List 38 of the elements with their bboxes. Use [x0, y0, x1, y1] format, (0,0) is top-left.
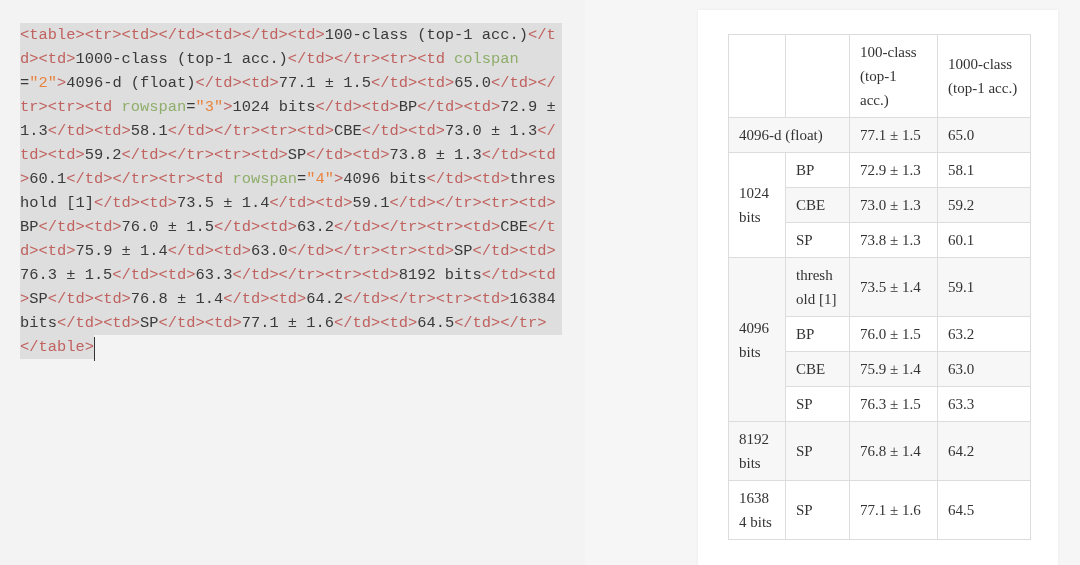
table-cell: 76.3 ± 1.5 [849, 386, 938, 422]
table-cell: 60.1 [937, 222, 1031, 258]
table-cell: SP [785, 480, 850, 540]
code-editor[interactable] [0, 0, 585, 565]
table-cell: SP [785, 222, 850, 258]
text-cursor [93, 337, 95, 361]
table-cell: 4096 bits [728, 257, 786, 422]
table-cell: 73.0 ± 1.3 [849, 187, 938, 223]
table-cell: 73.5 ± 1.4 [849, 257, 938, 317]
table-cell: SP [785, 386, 850, 422]
table-cell: 63.2 [937, 316, 1031, 352]
header-cell: 1000-class (top-1 acc.) [937, 34, 1031, 118]
table-cell: CBE [785, 351, 850, 387]
table-cell: 77.1 ± 1.5 [849, 117, 938, 153]
table-cell: 73.8 ± 1.3 [849, 222, 938, 258]
table-cell: 75.9 ± 1.4 [849, 351, 938, 387]
table-cell: 76.8 ± 1.4 [849, 421, 938, 481]
table-cell: 64.5 [937, 480, 1031, 540]
table-cell: 72.9 ± 1.3 [849, 152, 938, 188]
table-cell: BP [785, 152, 850, 188]
table-cell: 1024 bits [728, 152, 786, 258]
table-cell: 63.0 [937, 351, 1031, 387]
table-cell: 76.0 ± 1.5 [849, 316, 938, 352]
table-cell: SP [785, 421, 850, 481]
table-cell: 65.0 [937, 117, 1031, 153]
table-cell: BP [785, 316, 850, 352]
table-cell: 59.1 [937, 257, 1031, 317]
table-cell: 63.3 [937, 386, 1031, 422]
table-cell: 77.1 ± 1.6 [849, 480, 938, 540]
table-cell: 64.2 [937, 421, 1031, 481]
header-cell: 100-class (top-1 acc.) [849, 34, 938, 118]
table-cell: threshold [1] [785, 257, 850, 317]
table-cell: 8192 bits [728, 421, 786, 481]
table-cell: 58.1 [937, 152, 1031, 188]
table-cell: 4096-d (float) [728, 117, 850, 153]
table-cell: 59.2 [937, 187, 1031, 223]
table-cell: CBE [785, 187, 850, 223]
table-cell: 16384 bits [728, 480, 786, 540]
